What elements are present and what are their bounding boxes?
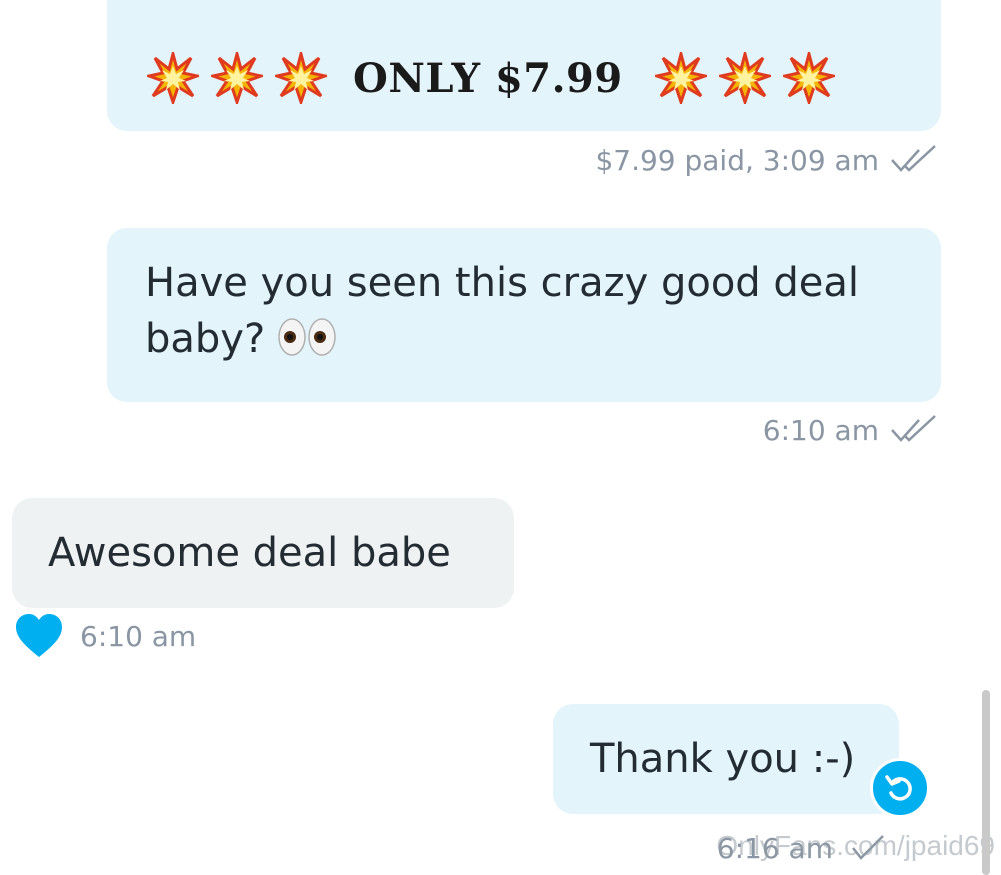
undo-button[interactable] [870,758,930,818]
collision-icon [275,52,327,104]
message-meta: 6:10 am [14,614,196,658]
collision-icon [654,52,707,104]
double-check-icon [891,145,936,172]
eyes-icon [278,318,336,356]
collision-icon [147,52,199,104]
message-text: Thank you :-) [590,736,856,782]
message-timestamp: $7.99 paid, 3:09 am [595,143,879,177]
message-timestamp: 6:10 am [80,619,197,653]
message-text: Awesome deal babe [48,530,451,576]
price-text: ONLY $7.99 [353,54,623,102]
watermark: OnlyFans.com/jpaid69 [716,830,995,861]
message-text-content: Have you seen this crazy good deal baby? [145,260,860,362]
double-check-icon [891,415,936,442]
scrollbar[interactable] [982,690,990,875]
collision-icon [718,52,771,104]
heart-icon[interactable] [14,613,64,659]
price-message-content: ONLY $7.99 [147,50,835,106]
collision-icon [782,52,835,104]
message-meta: $7.99 paid, 3:09 am [595,138,939,182]
undo-icon [885,775,912,801]
collision-icon [211,52,263,104]
message-meta: 6:10 am [763,408,939,452]
message-text: Have you seen this crazy good deal baby? [145,255,915,367]
message-timestamp: 6:10 am [762,413,879,447]
